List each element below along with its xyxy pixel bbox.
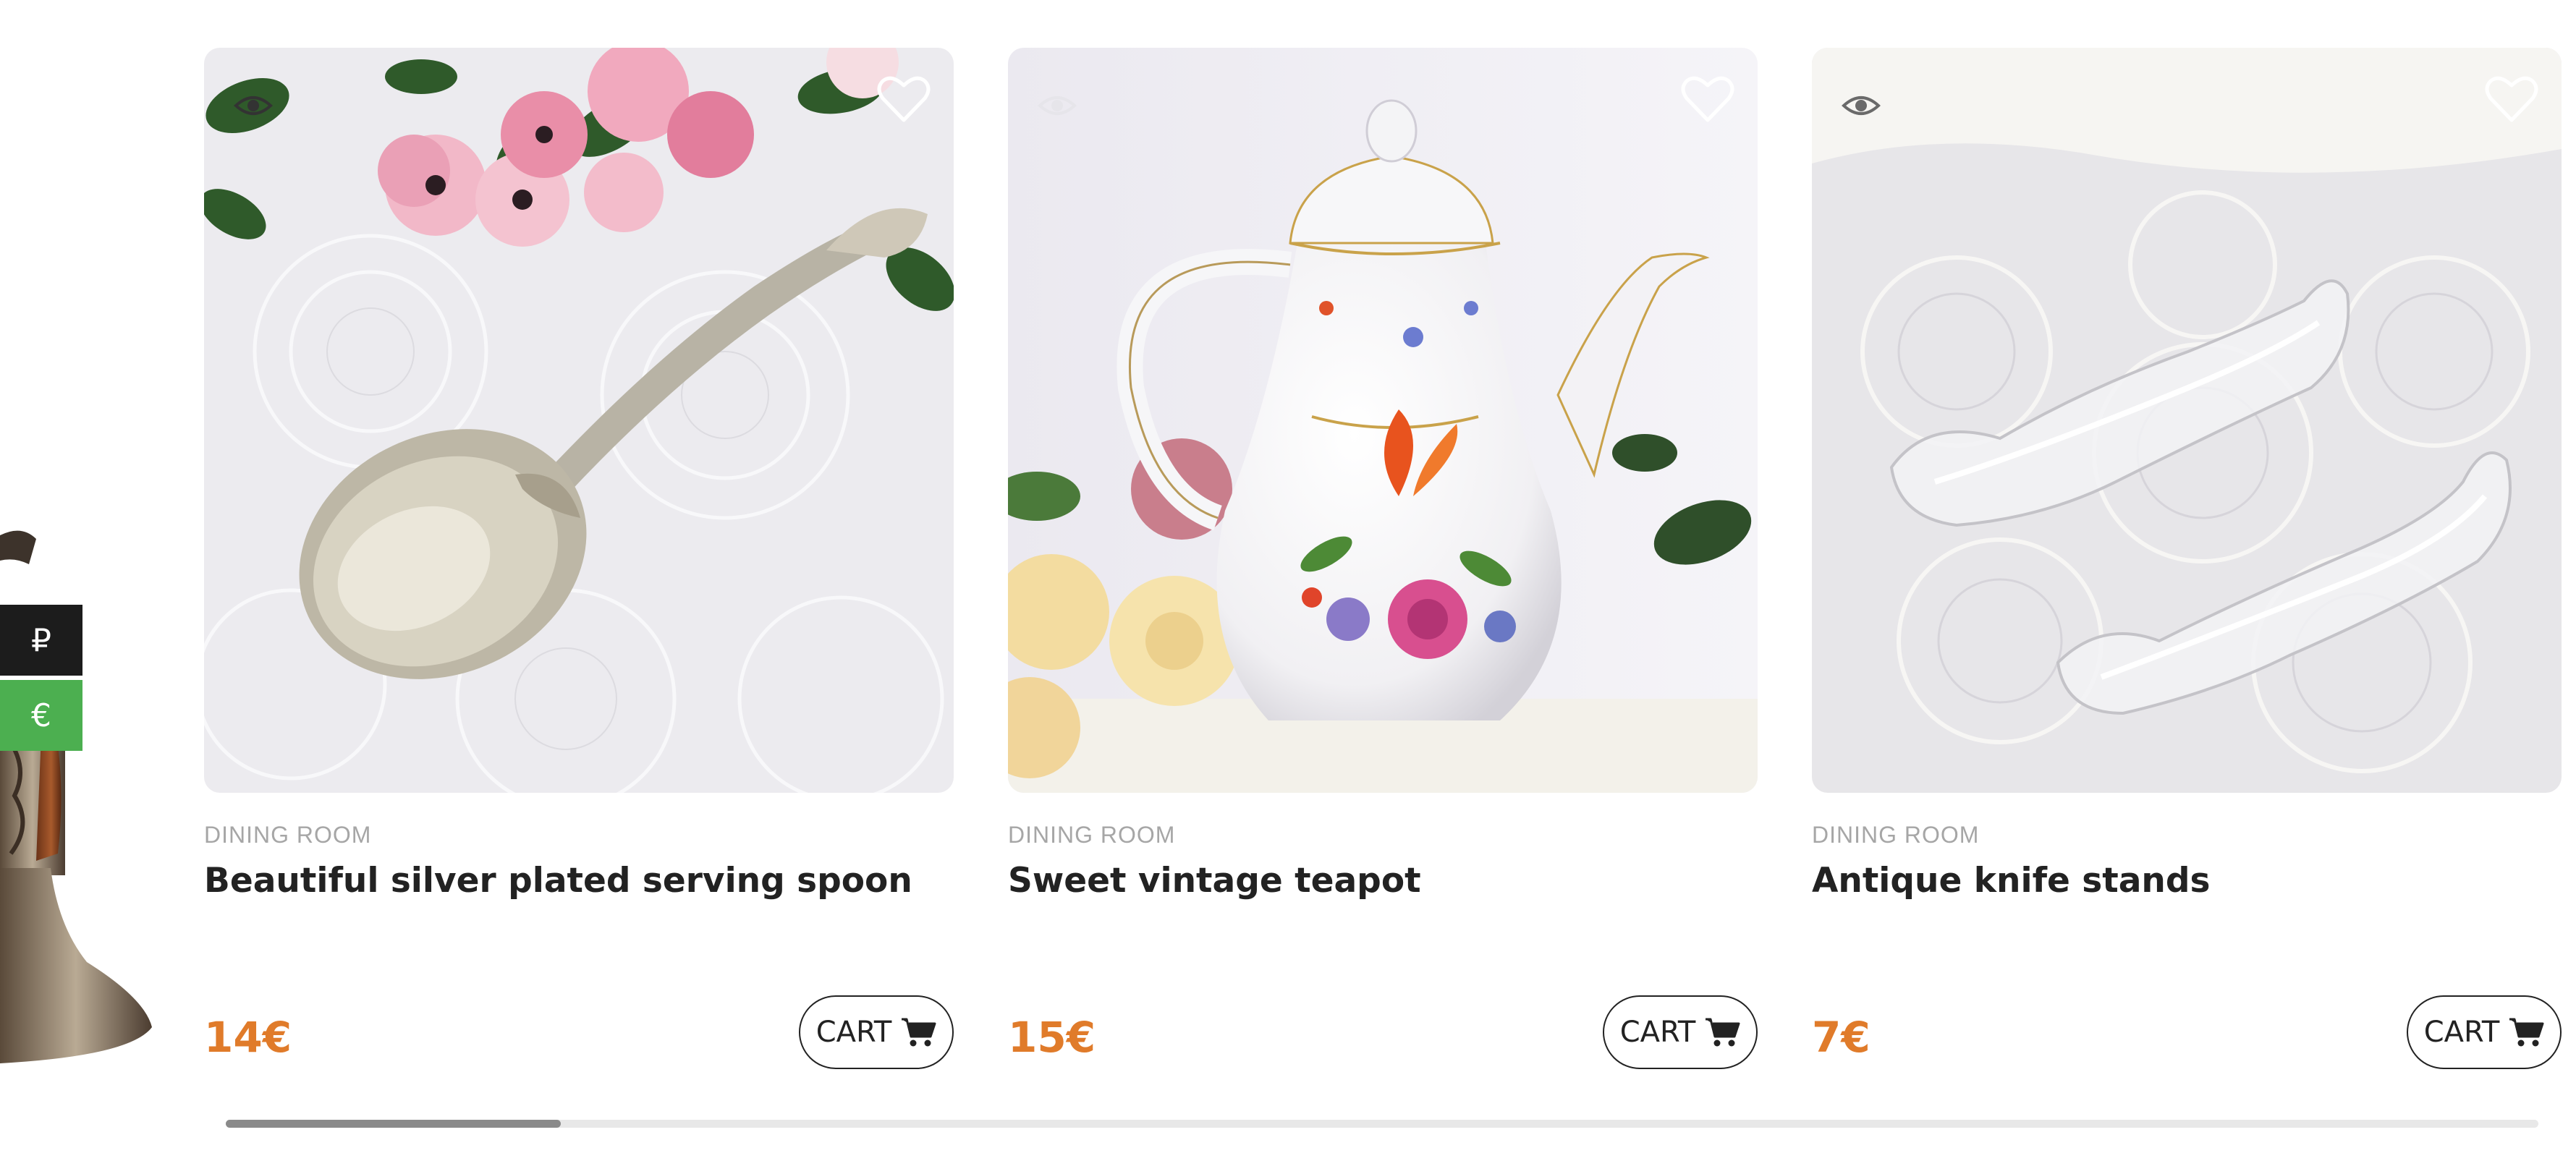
carousel-scrollbar[interactable] (226, 1120, 2538, 1128)
heart-icon[interactable] (2482, 69, 2541, 129)
product-category: DINING ROOM (204, 822, 372, 848)
cart-icon (2509, 1018, 2544, 1047)
product-image[interactable] (204, 48, 954, 793)
ruble-currency-button[interactable]: ₽ (0, 605, 82, 676)
product-title[interactable]: Sweet vintage teapot (1008, 861, 1421, 901)
carousel-scrollbar-thumb[interactable] (226, 1120, 561, 1128)
product-card: DINING ROOM Sweet vintage teapot 15€ CAR… (1008, 48, 1758, 1075)
cropped-candle-stand-image (0, 530, 152, 1063)
product-category: DINING ROOM (1008, 822, 1176, 848)
product-category: DINING ROOM (1812, 822, 1980, 848)
add-to-cart-button[interactable]: CART (1603, 995, 1758, 1069)
product-price: 15€ (1008, 1013, 1096, 1062)
product-title[interactable]: Beautiful silver plated serving spoon (204, 861, 912, 901)
cart-button-label: CART (815, 1016, 892, 1049)
product-card: DINING ROOM Beautiful silver plated serv… (204, 48, 954, 1075)
euro-currency-button[interactable]: € (0, 680, 82, 751)
product-title[interactable]: Antique knife stands (1812, 861, 2211, 901)
product-image[interactable] (1812, 48, 2562, 793)
product-price: 7€ (1812, 1013, 1870, 1062)
cart-icon (1706, 1018, 1740, 1047)
heart-icon[interactable] (1678, 69, 1737, 129)
eye-icon[interactable] (1839, 84, 1883, 127)
product-card: DINING ROOM Antique knife stands 7€ CART (1812, 48, 2562, 1075)
cart-button-label: CART (1619, 1016, 1696, 1049)
add-to-cart-button[interactable]: CART (2407, 995, 2562, 1069)
product-carousel: ₽ € DINING ROOM Beautiful silver plated … (0, 0, 2576, 1161)
eye-icon[interactable] (232, 84, 275, 127)
product-image[interactable] (1008, 48, 1758, 793)
product-price: 14€ (204, 1013, 292, 1062)
add-to-cart-button[interactable]: CART (799, 995, 954, 1069)
cart-button-label: CART (2423, 1016, 2500, 1049)
cart-icon (902, 1018, 936, 1047)
eye-icon[interactable] (1035, 84, 1079, 127)
currency-switcher: ₽ € (0, 605, 82, 755)
heart-icon[interactable] (874, 69, 933, 129)
